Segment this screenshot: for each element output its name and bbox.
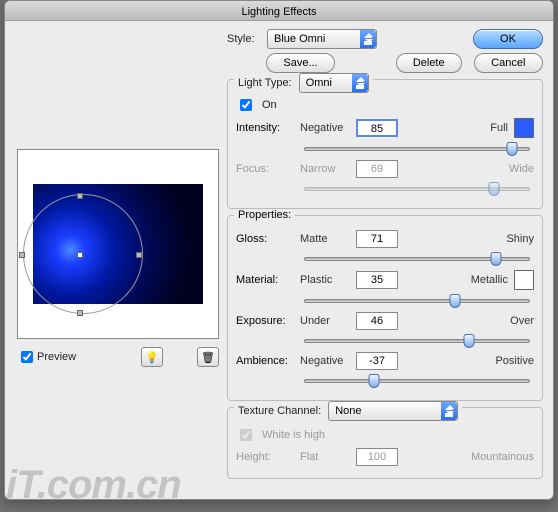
light-handle-s[interactable] — [77, 310, 83, 316]
title: Lighting Effects — [241, 6, 316, 18]
exposure-label: Exposure: — [236, 315, 294, 327]
light-type-value: Omni — [306, 77, 332, 89]
light-on-label: On — [262, 99, 277, 111]
texture-select[interactable]: None — [328, 401, 458, 421]
light-type-fieldset: Light Type: Omni On Intensity: Negative … — [227, 79, 543, 209]
preview-checkbox[interactable] — [21, 351, 33, 363]
titlebar: Lighting Effects — [5, 1, 553, 21]
preview-label: Preview — [37, 351, 76, 363]
white-high-label: White is high — [262, 429, 325, 441]
ambience-right: Positive — [484, 355, 534, 367]
height-left: Flat — [300, 451, 350, 463]
intensity-left: Negative — [300, 122, 350, 134]
exposure-input[interactable]: 46 — [356, 312, 398, 330]
lightbulb-button[interactable]: 💡 — [141, 347, 163, 367]
light-handle-e[interactable] — [136, 252, 142, 258]
delete-button[interactable]: Delete — [396, 53, 462, 73]
ambience-slider[interactable] — [304, 374, 530, 388]
dialog-window: Lighting Effects Preview 💡 🗑 — [4, 0, 554, 500]
style-select[interactable]: Blue Omni — [267, 29, 377, 49]
gloss-label: Gloss: — [236, 233, 294, 245]
cancel-button[interactable]: Cancel — [474, 53, 543, 73]
focus-input: 69 — [356, 160, 398, 178]
properties-fieldset: Properties: Gloss: Matte 71 Shiny Materi… — [227, 215, 543, 401]
height-right: Mountainous — [462, 451, 534, 463]
ambience-label: Ambience: — [236, 355, 294, 367]
properties-legend: Properties: — [234, 209, 295, 221]
light-gizmo-circle[interactable] — [23, 194, 143, 314]
ok-button[interactable]: OK — [473, 29, 543, 49]
ambience-input[interactable]: -37 — [356, 352, 398, 370]
gloss-slider[interactable] — [304, 252, 530, 266]
gloss-input[interactable]: 71 — [356, 230, 398, 248]
material-left: Plastic — [300, 274, 350, 286]
intensity-slider[interactable] — [304, 142, 530, 156]
material-slider[interactable] — [304, 294, 530, 308]
save-button[interactable]: Save... — [266, 53, 334, 73]
trash-button[interactable]: 🗑 — [197, 347, 219, 367]
preview-image — [33, 184, 203, 304]
style-value: Blue Omni — [274, 33, 325, 45]
exposure-right: Over — [484, 315, 534, 327]
material-label: Material: — [236, 274, 294, 286]
material-input[interactable]: 35 — [356, 271, 398, 289]
height-input: 100 — [356, 448, 398, 466]
material-color-swatch[interactable] — [514, 270, 534, 290]
light-center-handle[interactable] — [77, 252, 83, 258]
focus-label: Focus: — [236, 163, 294, 175]
light-handle-n[interactable] — [77, 193, 83, 199]
lightbulb-icon: 💡 — [145, 351, 159, 364]
style-label: Style: — [227, 33, 261, 45]
texture-value: None — [335, 405, 361, 417]
texture-fieldset: Texture Channel: None White is high Heig… — [227, 407, 543, 479]
intensity-label: Intensity: — [236, 122, 294, 134]
light-type-label: Light Type: — [238, 77, 292, 89]
gloss-right: Shiny — [484, 233, 534, 245]
trash-icon: 🗑 — [201, 351, 215, 364]
exposure-slider[interactable] — [304, 334, 530, 348]
intensity-right: Full — [458, 122, 508, 134]
light-color-swatch[interactable] — [514, 118, 534, 138]
white-high-checkbox — [240, 429, 252, 441]
light-on-checkbox[interactable] — [240, 99, 252, 111]
preview-box[interactable] — [17, 149, 219, 339]
gloss-left: Matte — [300, 233, 350, 245]
material-right: Metallic — [458, 274, 508, 286]
light-handle-w[interactable] — [19, 252, 25, 258]
focus-left: Narrow — [300, 163, 350, 175]
texture-label: Texture Channel: — [238, 405, 321, 417]
focus-right: Wide — [484, 163, 534, 175]
height-label: Height: — [236, 451, 294, 463]
intensity-input[interactable]: 85 — [356, 119, 398, 137]
light-type-select[interactable]: Omni — [299, 73, 369, 93]
focus-slider — [304, 182, 530, 196]
ambience-left: Negative — [300, 355, 350, 367]
exposure-left: Under — [300, 315, 350, 327]
